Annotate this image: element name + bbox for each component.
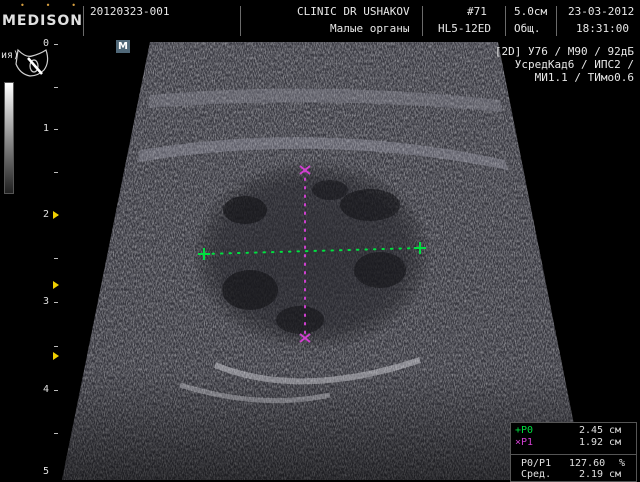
depth-tick bbox=[54, 346, 58, 347]
manufacturer-logo: MEDISON bbox=[2, 13, 84, 29]
depth-tick bbox=[54, 390, 58, 391]
imaging-params-line3: МИ1.1 / ТИмо0.6 bbox=[534, 71, 634, 84]
depth-tick bbox=[54, 87, 58, 88]
ratio-value: 127.60 bbox=[569, 458, 606, 469]
header-separator bbox=[556, 6, 557, 36]
depth-tick bbox=[54, 129, 58, 130]
p1-label: ×P1 bbox=[515, 437, 534, 448]
focus-marker-icon[interactable] bbox=[53, 211, 59, 219]
exam-date: 23-03-2012 bbox=[568, 5, 635, 18]
p0-label: +P0 bbox=[515, 425, 534, 436]
imaging-params-line1: [2D] У76 / М90 / 92дБ bbox=[494, 45, 634, 58]
depth-tick bbox=[54, 433, 58, 434]
clinic-name: CLINIC DR USHAKOV bbox=[297, 5, 410, 18]
header-separator bbox=[83, 6, 84, 36]
depth-tick bbox=[54, 44, 58, 45]
frame-number: #71 bbox=[467, 5, 487, 18]
depth-tick bbox=[54, 172, 58, 173]
gray-scale-bar bbox=[4, 82, 14, 194]
ratio-unit: % bbox=[619, 458, 626, 469]
focus-marker-icon[interactable] bbox=[53, 281, 59, 289]
mode-badge[interactable]: M bbox=[116, 40, 130, 53]
header-separator bbox=[505, 6, 506, 36]
mean-value: 2.19 bbox=[579, 469, 604, 480]
exam-type: Малые органы bbox=[330, 22, 410, 35]
imaging-params-line2: УсредКад6 / ИПС2 / bbox=[514, 58, 634, 71]
depth-setting: 5.0см bbox=[514, 5, 548, 18]
p1-unit: см bbox=[609, 437, 622, 448]
p0-value: 2.45 bbox=[579, 425, 604, 436]
p0-unit: см bbox=[609, 425, 622, 436]
depth-label: 5 bbox=[43, 466, 50, 477]
header-separator bbox=[240, 6, 241, 36]
exam-time: 18:31:00 bbox=[576, 22, 629, 35]
ratio-label: P0/P1 bbox=[521, 458, 552, 469]
focus-marker-icon[interactable] bbox=[53, 352, 59, 360]
depth-tick bbox=[54, 258, 58, 259]
header-bar: • • • MEDISON 20120323-001 CLINIC DR USH… bbox=[0, 0, 640, 40]
depth-label: 3 bbox=[43, 296, 50, 307]
patient-id: 20120323-001 bbox=[90, 5, 170, 18]
mean-label: Сред. bbox=[521, 469, 552, 480]
preset-name: Общ. bbox=[514, 22, 541, 35]
header-separator bbox=[422, 6, 423, 36]
mean-unit: см bbox=[609, 469, 622, 480]
depth-label: 0 bbox=[43, 38, 50, 49]
measurement-panel: +P0 2.45 см ×P1 1.92 см P0/P1 127.60 % С… bbox=[510, 422, 637, 482]
measurement-divider bbox=[511, 454, 636, 455]
probe-model: HL5-12ED bbox=[438, 22, 491, 35]
depth-tick bbox=[54, 302, 58, 303]
depth-label: 4 bbox=[43, 384, 50, 395]
body-marker-label: ия) bbox=[1, 50, 20, 61]
p1-value: 1.92 bbox=[579, 437, 604, 448]
body-marker-icon[interactable] bbox=[15, 48, 49, 77]
depth-label: 2 bbox=[43, 209, 50, 220]
logo-dots: • • • bbox=[20, 1, 85, 10]
depth-label: 1 bbox=[43, 123, 50, 134]
